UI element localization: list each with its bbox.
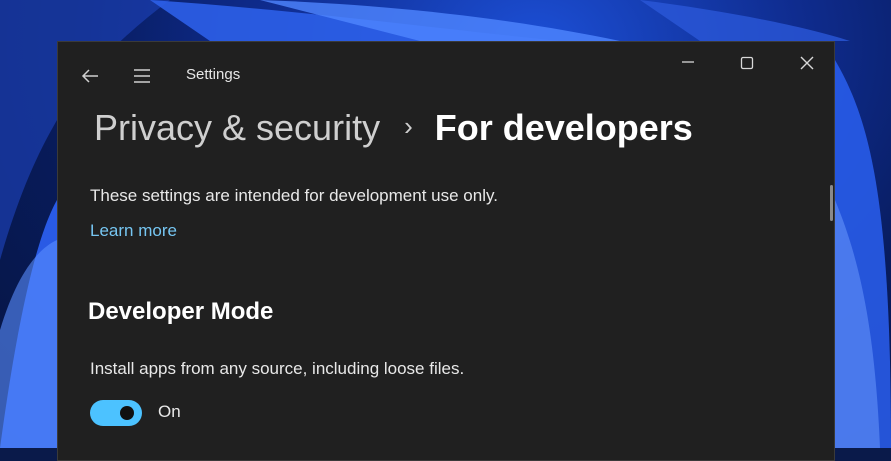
developer-mode-heading: Developer Mode	[88, 298, 274, 325]
title-bar: Settings	[58, 42, 834, 108]
scrollbar-thumb[interactable]	[830, 185, 833, 221]
maximize-icon[interactable]	[729, 52, 765, 80]
intro-description: These settings are intended for developm…	[90, 186, 498, 205]
app-title: Settings	[186, 66, 241, 83]
breadcrumb: Privacy & security › For developers	[94, 104, 693, 152]
minimize-icon[interactable]	[670, 52, 706, 80]
back-arrow-icon[interactable]	[80, 66, 100, 86]
developer-mode-toggle[interactable]	[90, 400, 142, 426]
toggle-knob	[120, 406, 134, 420]
close-icon[interactable]	[789, 52, 825, 80]
chevron-right-icon: ›	[404, 110, 413, 141]
learn-more-link[interactable]: Learn more	[90, 221, 177, 241]
settings-window: Settings Privacy & security › For develo…	[57, 41, 835, 461]
hamburger-menu-icon[interactable]	[132, 66, 152, 86]
page-title: For developers	[434, 107, 693, 148]
developer-mode-description: Install apps from any source, including …	[90, 359, 465, 378]
toggle-state-label: On	[158, 402, 181, 421]
breadcrumb-parent-privacy-security[interactable]: Privacy & security	[94, 107, 380, 149]
